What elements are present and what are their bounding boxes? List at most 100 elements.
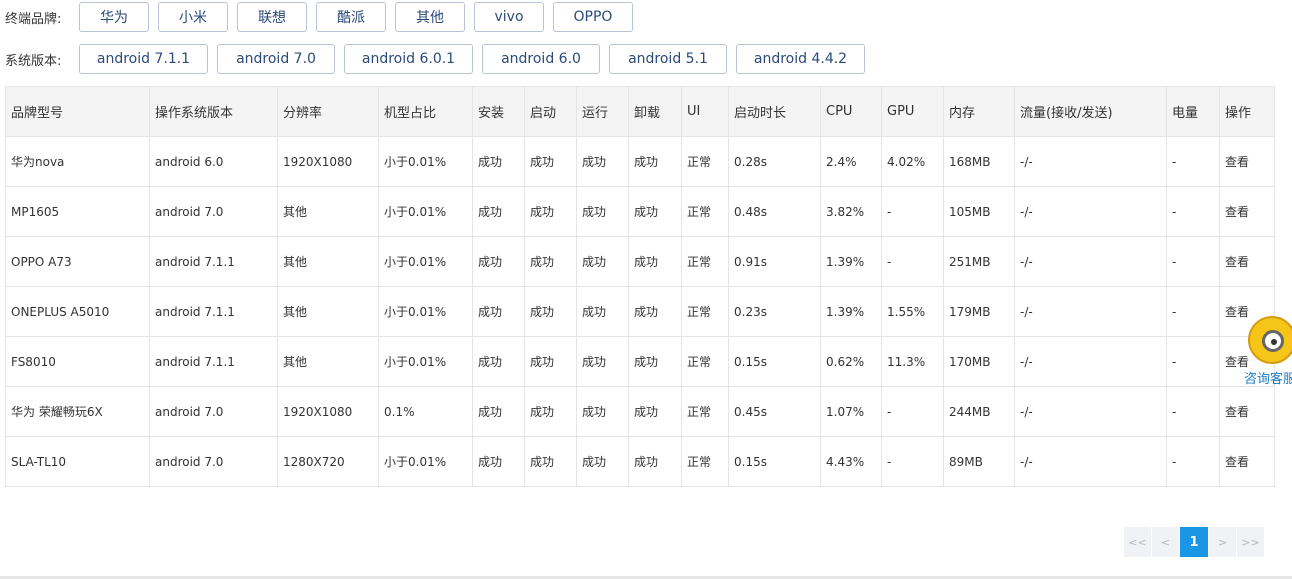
resolution-cell: 其他 (277, 286, 379, 337)
cpu-usage-cell: 1.07% (820, 386, 882, 437)
cpu-usage-cell: 1.39% (820, 236, 882, 287)
launch-status-cell: 成功 (524, 186, 577, 237)
gpu-usage-cell: - (881, 436, 944, 487)
ui-status-cell: 正常 (681, 436, 729, 487)
model-share-cell: 小于0.01% (378, 336, 473, 387)
battery-cell: - (1166, 186, 1220, 237)
brand-filter-row: 终端品牌: 华为 小米 联想 酷派 其他 vivo OPPO (5, 2, 642, 32)
device-model-cell: ONEPLUS A5010 (5, 286, 150, 337)
os-chip-4-4-2[interactable]: android 4.4.2 (736, 44, 865, 74)
traffic-cell: -/- (1014, 186, 1167, 237)
model-share-cell: 0.1% (378, 386, 473, 437)
os-version-cell: android 7.0 (149, 186, 278, 237)
column-header: 机型占比 (378, 86, 473, 137)
os-chip-6-0[interactable]: android 6.0 (482, 44, 600, 74)
install-status-cell: 成功 (472, 286, 525, 337)
device-model-cell: 华为 荣耀畅玩6X (5, 386, 150, 437)
view-link-cell[interactable]: 查看 (1219, 386, 1275, 437)
model-share-cell: 小于0.01% (378, 286, 473, 337)
device-model-cell: MP1605 (5, 186, 150, 237)
memory-usage-cell: 179MB (943, 286, 1015, 337)
brand-chip-vivo[interactable]: vivo (474, 2, 544, 32)
brand-chip-oppo[interactable]: OPPO (553, 2, 633, 32)
table-row: SLA-TL10 android 7.0 1280X720 小于0.01% 成功 成功 成功… (5, 436, 1275, 487)
uninstall-status-cell: 成功 (628, 236, 682, 287)
cpu-usage-cell: 3.82% (820, 186, 882, 237)
launch-status-cell: 成功 (524, 336, 577, 387)
os-chip-6-0-1[interactable]: android 6.0.1 (344, 44, 473, 74)
view-link-cell[interactable]: 查看 (1219, 186, 1275, 237)
brand-chip-xiaomi[interactable]: 小米 (158, 2, 228, 32)
column-header: 启动时长 (728, 86, 821, 137)
launch-status-cell: 成功 (524, 386, 577, 437)
brand-chip-coolpad[interactable]: 酷派 (316, 2, 386, 32)
run-status-cell: 成功 (576, 236, 629, 287)
brand-chip-other[interactable]: 其他 (395, 2, 465, 32)
view-link-cell[interactable]: 查看 (1219, 136, 1275, 187)
run-status-cell: 成功 (576, 186, 629, 237)
resolution-cell: 1920X1080 (277, 386, 379, 437)
first-page-button[interactable]: << (1124, 527, 1151, 557)
os-filter-label: 系统版本: (5, 53, 62, 69)
traffic-cell: -/- (1014, 286, 1167, 337)
install-status-cell: 成功 (472, 336, 525, 387)
battery-cell: - (1166, 336, 1220, 387)
resolution-cell: 其他 (277, 236, 379, 287)
customer-service-eye (1262, 330, 1284, 352)
cpu-usage-cell: 1.39% (820, 286, 882, 337)
ui-status-cell: 正常 (681, 186, 729, 237)
column-header: 操作 (1219, 86, 1275, 137)
resolution-cell: 1920X1080 (277, 136, 379, 187)
battery-cell: - (1166, 286, 1220, 337)
current-page-button[interactable]: 1 (1180, 527, 1208, 557)
table-row: OPPO A73 android 7.1.1 其他 小于0.01% 成功 成功 成功 成功 正常… (5, 236, 1275, 287)
resolution-cell: 其他 (277, 186, 379, 237)
column-header: 启动 (524, 86, 577, 137)
prev-page-button[interactable]: < (1152, 527, 1179, 557)
pagination: << < 1 > >> (1124, 527, 1265, 557)
uninstall-status-cell: 成功 (628, 386, 682, 437)
brand-chip-huawei[interactable]: 华为 (79, 2, 149, 32)
gpu-usage-cell: 11.3% (881, 336, 944, 387)
traffic-cell: -/- (1014, 136, 1167, 187)
view-link-cell[interactable]: 查看 (1219, 236, 1275, 287)
os-chip-7-0[interactable]: android 7.0 (217, 44, 335, 74)
customer-service-pupil (1271, 339, 1277, 345)
launch-time-cell: 0.48s (728, 186, 821, 237)
column-header: 分辨率 (277, 86, 379, 137)
column-header: GPU (881, 86, 944, 137)
launch-time-cell: 0.91s (728, 236, 821, 287)
device-results-table: 品牌型号 操作系统版本 分辨率 机型占比 安装 启动 运行 卸载 UI 启动时长 CPU GPU 内存流… (5, 86, 1275, 487)
resolution-cell: 其他 (277, 336, 379, 387)
ui-status-cell: 正常 (681, 336, 729, 387)
memory-usage-cell: 244MB (943, 386, 1015, 437)
launch-status-cell: 成功 (524, 136, 577, 187)
table-row: MP1605 android 7.0 其他 小于0.01% 成功 成功 成功 成功 正常 0.48… (5, 186, 1275, 237)
os-chip-7-1-1[interactable]: android 7.1.1 (79, 44, 208, 74)
battery-cell: - (1166, 236, 1220, 287)
install-status-cell: 成功 (472, 186, 525, 237)
uninstall-status-cell: 成功 (628, 336, 682, 387)
os-filter-row: 系统版本: android 7.1.1 android 7.0 android … (5, 44, 874, 74)
view-link-cell[interactable]: 查看 (1219, 436, 1275, 487)
resolution-cell: 1280X720 (277, 436, 379, 487)
uninstall-status-cell: 成功 (628, 136, 682, 187)
last-page-button[interactable]: >> (1237, 527, 1264, 557)
column-header: 操作系统版本 (149, 86, 278, 137)
launch-time-cell: 0.23s (728, 286, 821, 337)
ui-status-cell: 正常 (681, 236, 729, 287)
os-version-cell: android 7.0 (149, 436, 278, 487)
model-share-cell: 小于0.01% (378, 186, 473, 237)
consult-widget[interactable]: 咨询客服 (1242, 314, 1292, 387)
next-page-button[interactable]: > (1209, 527, 1236, 557)
traffic-cell: -/- (1014, 436, 1167, 487)
os-version-cell: android 7.1.1 (149, 236, 278, 287)
column-header: 安装 (472, 86, 525, 137)
brand-filter-label: 终端品牌: (5, 11, 62, 27)
table-row: 华为nova android 6.0 1920X1080 小于0.01% 成功 成功 成功成… (5, 136, 1275, 187)
os-chip-5-1[interactable]: android 5.1 (609, 44, 727, 74)
os-version-cell: android 7.1.1 (149, 286, 278, 337)
brand-chip-lenovo[interactable]: 联想 (237, 2, 307, 32)
install-status-cell: 成功 (472, 386, 525, 437)
battery-cell: - (1166, 436, 1220, 487)
